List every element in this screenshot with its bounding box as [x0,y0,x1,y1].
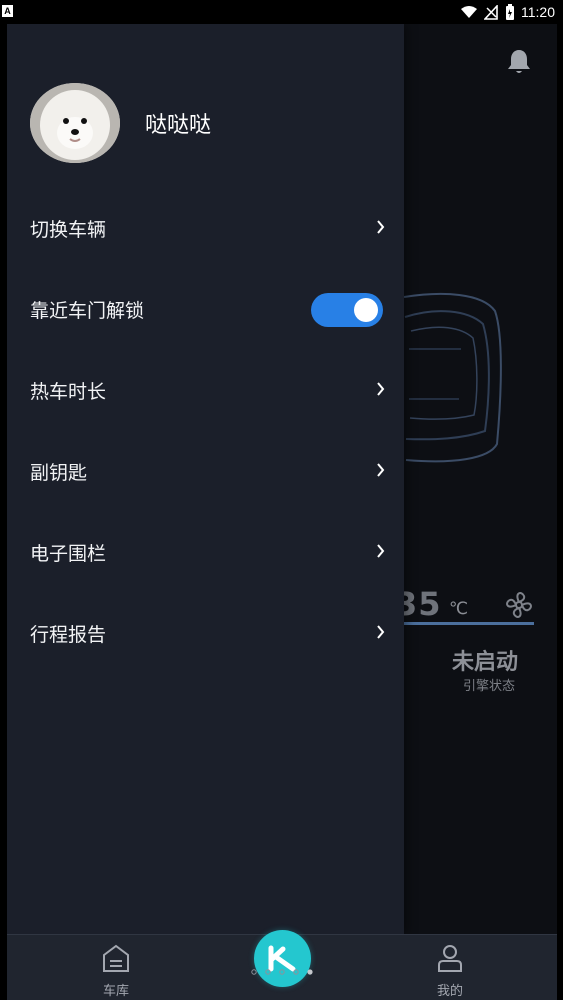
side-drawer: 哒哒哒 切换车辆 靠近车门解锁 热车时长 副钥匙 电子围栏 行程报告 [7,24,404,934]
garage-icon [103,944,129,972]
menu-item-switch-vehicle[interactable]: 切换车辆 [30,188,385,269]
tab-label: 我的 [436,984,463,999]
no-signal-icon [484,4,498,20]
menu-label: 热车时长 [30,381,107,403]
status-icons: 11:20 [460,2,555,22]
menu-item-proximity-unlock: 靠近车门解锁 [30,269,385,350]
bell-icon[interactable] [506,48,532,76]
car-outline-icon [403,293,502,463]
engine-status: 未启动 [452,650,519,675]
chevron-right-icon [377,625,385,639]
center-home-button[interactable] [254,930,311,987]
user-profile[interactable]: 哒哒哒 [30,81,330,166]
username: 哒哒哒 [145,113,212,138]
menu-label: 切换车辆 [30,219,107,241]
menu-item-secondary-key[interactable]: 副钥匙 [30,431,385,512]
menu-item-trip-report[interactable]: 行程报告 [30,593,385,674]
status-bar: A 11:20 [0,0,563,24]
menu-label: 行程报告 [30,624,107,646]
menu-item-geofence[interactable]: 电子围栏 [30,512,385,593]
menu-item-warm-up-duration[interactable]: 热车时长 [30,350,385,431]
samoyed-avatar-icon [30,83,120,163]
menu-label: 电子围栏 [30,543,107,565]
tab-garage[interactable]: 车库 [93,935,139,1000]
engine-status-label: 引擎状态 [463,679,516,694]
chevron-right-icon [377,544,385,558]
avatar[interactable] [30,83,120,163]
proximity-unlock-toggle[interactable] [311,293,383,327]
notification-badge: A [2,5,13,17]
battery-icon [506,3,514,20]
chevron-right-icon [377,382,385,396]
page-indicator-dots [251,969,313,975]
temperature-indicator-line [403,622,534,625]
menu-label: 靠近车门解锁 [30,300,145,322]
k-logo-icon [268,945,296,972]
chevron-right-icon [377,463,385,477]
bottom-navigation: 车库 我的 [7,930,557,1000]
tab-label: 车库 [102,984,129,999]
toggle-knob [354,298,378,322]
menu-label: 副钥匙 [30,462,88,484]
wifi-icon [461,6,477,18]
temperature-unit: ℃ [449,599,469,619]
chevron-right-icon [377,220,385,234]
app-screen: 35 ℃ 未启动 引擎状态 哒哒哒 切换车辆 靠近车门解锁 热车时长 副钥匙 电… [7,24,557,1000]
profile-icon [438,945,462,972]
time: 11:20 [521,4,555,20]
drawer-menu: 切换车辆 靠近车门解锁 热车时长 副钥匙 电子围栏 行程报告 [30,188,385,674]
fan-icon[interactable] [504,590,534,620]
tab-mine[interactable]: 我的 [427,935,473,1000]
